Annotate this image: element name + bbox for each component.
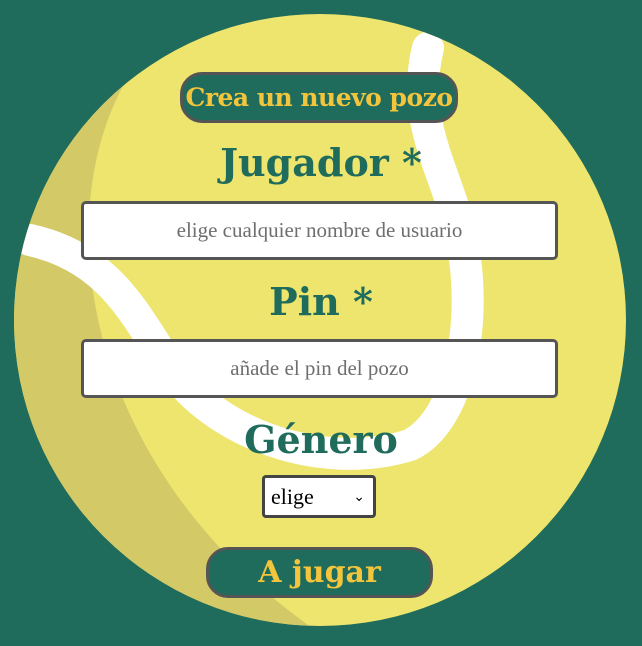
gender-label: Género bbox=[244, 417, 398, 462]
gender-select[interactable]: elige ⌄ bbox=[262, 475, 376, 518]
player-label: Jugador * bbox=[220, 140, 422, 185]
create-pool-button[interactable]: Crea un nuevo pozo bbox=[180, 72, 458, 123]
pin-label: Pin * bbox=[269, 279, 373, 324]
player-name-input[interactable] bbox=[81, 201, 558, 260]
chevron-down-icon: ⌄ bbox=[353, 488, 365, 505]
gender-select-value: elige bbox=[271, 483, 314, 509]
play-button[interactable]: A jugar bbox=[206, 547, 433, 598]
pin-input[interactable] bbox=[81, 339, 558, 398]
